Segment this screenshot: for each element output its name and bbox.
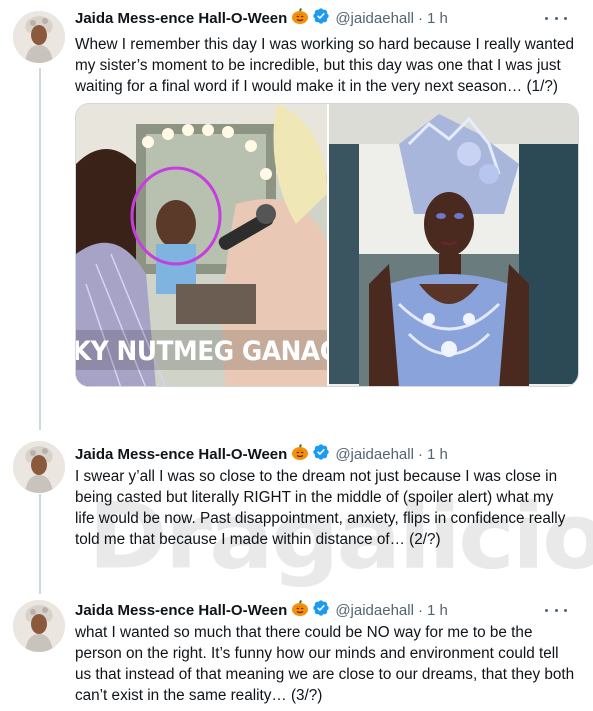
tweet[interactable]: Jaida Mess-ence Hall-O-Ween @jaidaehall … xyxy=(0,430,593,594)
tweet-text: Whew I remember this day I was working s… xyxy=(75,36,575,95)
display-name[interactable]: Jaida Mess-ence Hall-O-Ween xyxy=(75,446,287,463)
user-handle[interactable]: @jaidaehall xyxy=(335,446,414,463)
tweet[interactable]: Jaida Mess-ence Hall-O-Ween @jaidaehall … xyxy=(0,594,593,711)
more-options-icon[interactable] xyxy=(545,10,567,26)
avatar[interactable] xyxy=(13,11,65,63)
separator-dot: · xyxy=(417,601,423,619)
tweet-media[interactable]: KY NUTMEG GANAC xyxy=(75,103,579,387)
tweet-header: Jaida Mess-ence Hall-O-Ween @jaidaehall … xyxy=(75,444,581,464)
media-photo-right[interactable] xyxy=(329,104,578,386)
tweet[interactable]: Jaida Mess-ence Hall-O-Ween @jaidaehall … xyxy=(0,0,593,430)
pumpkin-emoji-icon xyxy=(291,599,309,621)
verified-badge-icon xyxy=(312,7,330,29)
tweet-header: Jaida Mess-ence Hall-O-Ween @jaidaehall … xyxy=(75,600,581,620)
tweet-header: Jaida Mess-ence Hall-O-Ween @jaidaehall … xyxy=(75,8,581,28)
user-handle[interactable]: @jaidaehall xyxy=(335,10,414,27)
timestamp[interactable]: 1 h xyxy=(427,446,448,463)
tweet-text: what I wanted so much that there could b… xyxy=(75,624,575,704)
separator-dot: · xyxy=(417,445,423,463)
more-options-icon[interactable] xyxy=(545,602,567,618)
timestamp[interactable]: 1 h xyxy=(427,10,448,27)
pumpkin-emoji-icon xyxy=(291,443,309,465)
display-name[interactable]: Jaida Mess-ence Hall-O-Ween xyxy=(75,602,287,619)
display-name[interactable]: Jaida Mess-ence Hall-O-Ween xyxy=(75,10,287,27)
media-caption: KY NUTMEG GANAC xyxy=(75,336,338,367)
timestamp[interactable]: 1 h xyxy=(427,602,448,619)
verified-badge-icon xyxy=(312,443,330,465)
pumpkin-emoji-icon xyxy=(291,7,309,29)
user-handle[interactable]: @jaidaehall xyxy=(335,602,414,619)
media-photo-left[interactable]: KY NUTMEG GANAC xyxy=(76,104,338,386)
avatar[interactable] xyxy=(13,441,65,493)
separator-dot: · xyxy=(417,9,423,27)
tweet-text: I swear y’all I was so close to the drea… xyxy=(75,468,566,548)
avatar[interactable] xyxy=(13,600,65,652)
verified-badge-icon xyxy=(312,599,330,621)
